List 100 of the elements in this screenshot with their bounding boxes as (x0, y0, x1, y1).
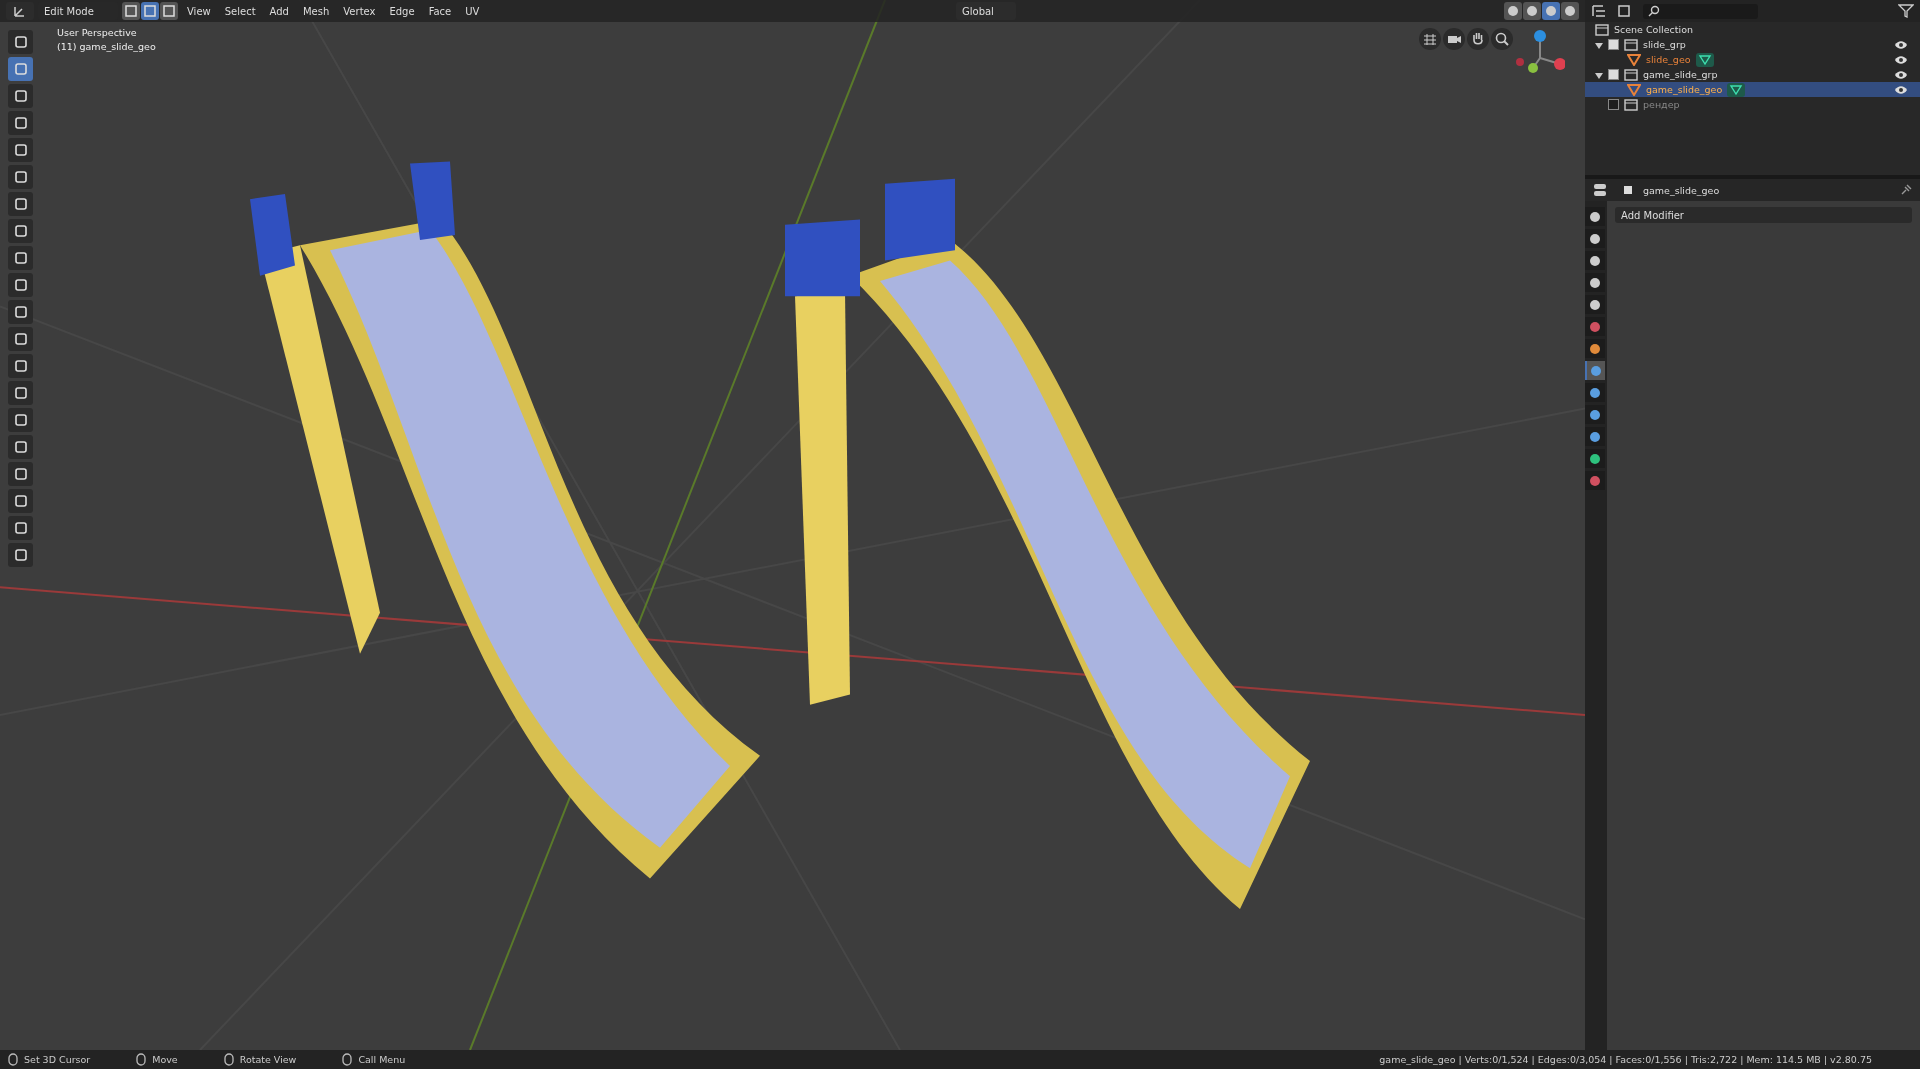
eye-icon[interactable] (1894, 39, 1908, 50)
grid-icon[interactable] (1419, 28, 1441, 50)
tab-icon (1589, 210, 1601, 223)
tool-button[interactable] (8, 462, 33, 486)
tool-button[interactable] (8, 381, 33, 405)
object-name: game_slide_geo (1646, 84, 1723, 95)
sphere-icon (1545, 5, 1557, 17)
tool-button[interactable] (8, 327, 33, 351)
tool-button[interactable] (8, 138, 33, 162)
properties-tab[interactable] (1585, 405, 1605, 424)
eye-icon[interactable] (1894, 54, 1908, 65)
mesh-object-icon (1627, 83, 1641, 96)
status-hint: Rotate View (239, 1054, 297, 1065)
sphere-icon (1564, 5, 1576, 17)
tab-icon (1589, 474, 1601, 487)
tool-button[interactable] (8, 489, 33, 513)
outliner-row[interactable]: slide_grp (1585, 37, 1920, 52)
outliner-row[interactable]: game_slide_geo (1585, 82, 1920, 97)
menu-item[interactable]: View (182, 2, 216, 20)
properties-tab[interactable] (1585, 383, 1605, 402)
properties-tab[interactable] (1585, 207, 1605, 226)
mouse-icon (342, 1053, 353, 1066)
status-hint: Call Menu (358, 1054, 406, 1065)
menu-item[interactable]: Vertex (338, 2, 381, 20)
tool-button[interactable] (8, 246, 33, 270)
tool-icon (12, 34, 29, 50)
shading-button[interactable] (1504, 2, 1522, 20)
zoom-icon[interactable] (1491, 28, 1513, 50)
object-name: game_slide_geo (1643, 184, 1720, 196)
object-icon (1621, 183, 1635, 197)
shading-button[interactable] (1523, 2, 1541, 20)
tool-button[interactable] (8, 543, 33, 567)
outliner-row[interactable]: рендер (1585, 97, 1920, 112)
menu-item[interactable]: Mesh (297, 2, 335, 20)
menu-item[interactable]: Edge (384, 2, 420, 20)
tool-button[interactable] (8, 219, 33, 243)
properties-tab[interactable] (1585, 251, 1605, 270)
hand-icon[interactable] (1467, 28, 1489, 50)
menu-item[interactable]: Select (219, 2, 261, 20)
scene-statistics: game_slide_geo | Verts:0/1,524 | Edges:0/3,054 | Faces:0/1,556 | Tris:2,722 | Mem: 114.5 MB | v2.80.75 (1379, 1054, 1872, 1065)
expand-arrow-icon[interactable] (1595, 71, 1603, 80)
properties-tab[interactable] (1585, 449, 1605, 468)
eye-icon[interactable] (1894, 69, 1908, 80)
properties-tab[interactable] (1585, 295, 1605, 314)
camera-icon[interactable] (1443, 28, 1465, 50)
checkbox[interactable] (1608, 39, 1619, 50)
tool-button[interactable] (8, 165, 33, 189)
tool-button[interactable] (8, 273, 33, 297)
tool-icon (12, 223, 29, 239)
tool-icon (12, 250, 29, 266)
menu-item[interactable]: UV (460, 2, 485, 20)
checkbox[interactable] (1608, 69, 1619, 80)
select-mode-button[interactable] (122, 2, 140, 20)
select-mode-button[interactable] (141, 2, 159, 20)
shading-button[interactable] (1542, 2, 1560, 20)
tool-icon (12, 196, 29, 212)
tab-icon (1589, 254, 1601, 267)
properties-tab[interactable] (1585, 339, 1605, 358)
tool-button[interactable] (8, 111, 33, 135)
tool-button[interactable] (8, 57, 33, 81)
menu-item[interactable]: Add (264, 2, 294, 20)
search-icon (1648, 5, 1660, 17)
outliner-row[interactable]: slide_geo (1585, 52, 1920, 67)
outliner-row[interactable]: game_slide_grp (1585, 67, 1920, 82)
tab-icon (1590, 364, 1602, 377)
properties-tab[interactable] (1585, 273, 1605, 292)
status-hint: Set 3D Cursor (24, 1054, 91, 1065)
mesh-data-icon[interactable] (1727, 82, 1746, 97)
filter-icon[interactable] (1898, 4, 1914, 18)
orientation-dropdown[interactable]: Global (956, 2, 1016, 20)
expand-arrow-icon[interactable] (1595, 41, 1603, 50)
tool-button[interactable] (8, 30, 33, 54)
tab-icon (1589, 408, 1601, 421)
add-modifier-dropdown[interactable]: Add Modifier (1615, 207, 1912, 223)
select-mode-button[interactable] (160, 2, 178, 20)
tool-icon (12, 304, 29, 320)
scene-collection-label: Scene Collection (1614, 24, 1693, 35)
tab-icon (1589, 276, 1601, 289)
properties-tab[interactable] (1585, 229, 1605, 248)
tool-icon (12, 61, 29, 77)
search-field[interactable] (1643, 3, 1758, 19)
tool-button[interactable] (8, 435, 33, 459)
tool-button[interactable] (8, 84, 33, 108)
properties-tab[interactable] (1585, 427, 1605, 446)
tool-button[interactable] (8, 516, 33, 540)
tab-icon (1589, 386, 1601, 399)
tool-button[interactable] (8, 354, 33, 378)
menu-item[interactable]: Face (423, 2, 457, 20)
shading-button[interactable] (1561, 2, 1579, 20)
checkbox[interactable] (1608, 99, 1619, 110)
tool-icon (12, 115, 29, 131)
tool-button[interactable] (8, 192, 33, 216)
editor-type-button[interactable] (6, 2, 34, 20)
pin-icon[interactable] (1900, 184, 1912, 196)
tool-button[interactable] (8, 408, 33, 432)
tool-button[interactable] (8, 300, 33, 324)
object-label: (11) game_slide_geo (57, 41, 156, 52)
tab-icon (1589, 342, 1601, 355)
mesh-data-icon[interactable] (1695, 52, 1714, 67)
eye-icon[interactable] (1894, 84, 1908, 95)
